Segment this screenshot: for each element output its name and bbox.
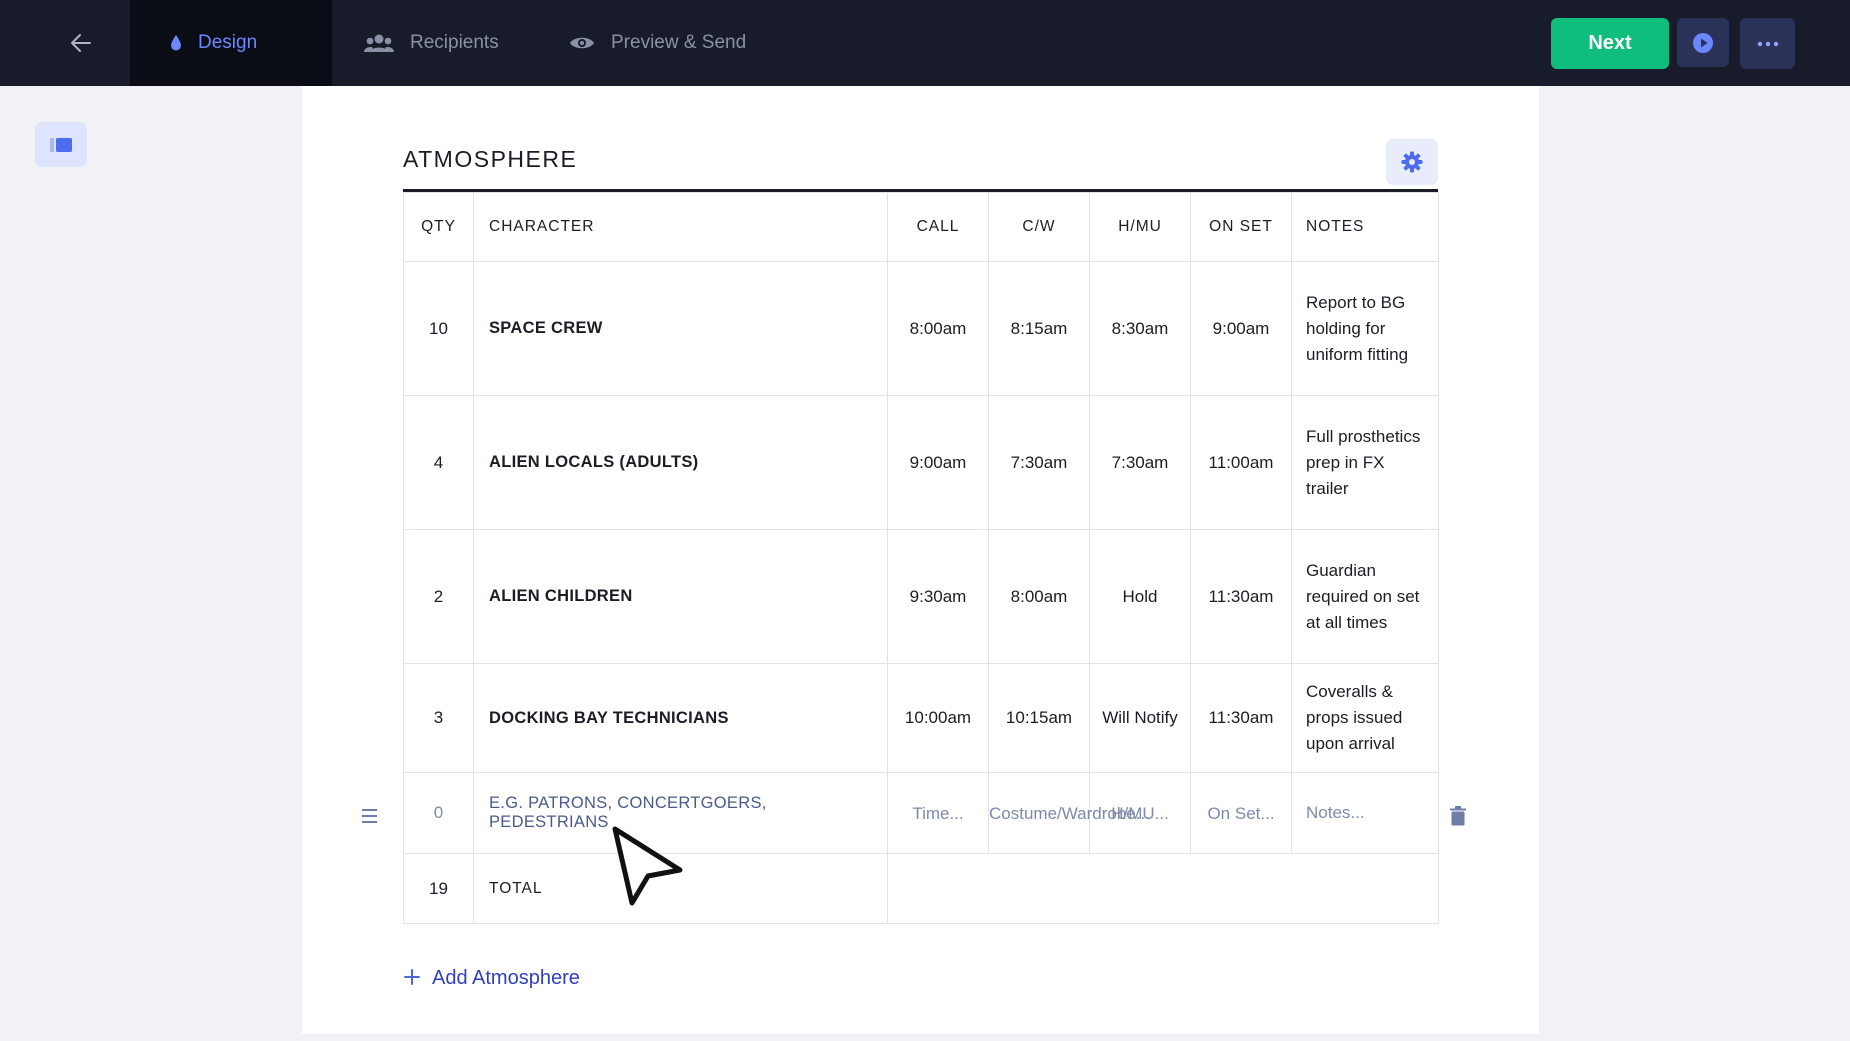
atmosphere-table: QTY CHARACTER CALL C/W H/MU ON SET NOTES… bbox=[403, 192, 1439, 924]
character-cell[interactable]: SPACE CREW bbox=[473, 261, 888, 396]
on-set-input[interactable]: On Set... bbox=[1190, 772, 1292, 854]
tab-preview-send-label: Preview & Send bbox=[611, 32, 747, 53]
gear-icon bbox=[1401, 151, 1423, 173]
costume-wardrobe-input[interactable]: Costume/Wardrobe... bbox=[988, 772, 1150, 854]
tab-recipients[interactable]: Recipients bbox=[364, 0, 499, 86]
character-input[interactable]: E.G. PATRONS, CONCERTGOERS, PEDESTRIANS bbox=[473, 772, 888, 854]
header-on-set: ON SET bbox=[1190, 192, 1292, 262]
total-row: 19 TOTAL bbox=[403, 853, 1439, 924]
notes-cell[interactable]: Guardian required on set at all times bbox=[1291, 529, 1439, 664]
cw-cell[interactable]: 8:00am bbox=[988, 529, 1090, 664]
play-icon bbox=[1693, 32, 1713, 53]
total-label: TOTAL bbox=[473, 853, 888, 924]
more-horizontal-icon bbox=[1757, 41, 1778, 46]
table-row[interactable]: 10 SPACE CREW 8:00am 8:15am 8:30am 9:00a… bbox=[403, 261, 1439, 396]
header-cw: C/W bbox=[988, 192, 1090, 262]
table-row[interactable]: 2 ALIEN CHILDREN 9:30am 8:00am Hold 11:3… bbox=[403, 529, 1439, 664]
table-row[interactable]: 4 ALIEN LOCALS (ADULTS) 9:00am 7:30am 7:… bbox=[403, 395, 1439, 530]
call-cell[interactable]: 9:30am bbox=[887, 529, 989, 664]
call-cell[interactable]: 10:00am bbox=[887, 663, 989, 773]
table-row[interactable]: 3 DOCKING BAY TECHNICIANS 10:00am 10:15a… bbox=[403, 663, 1439, 773]
header-notes: NOTES bbox=[1291, 192, 1439, 262]
hmu-cell[interactable]: Will Notify bbox=[1089, 663, 1191, 773]
hmu-cell[interactable]: 8:30am bbox=[1089, 261, 1191, 396]
qty-cell[interactable]: 2 bbox=[403, 529, 474, 664]
section-settings-button[interactable] bbox=[1386, 139, 1438, 185]
sidebar-panel-icon bbox=[50, 137, 72, 152]
qty-cell[interactable]: 10 bbox=[403, 261, 474, 396]
hmu-cell[interactable]: 7:30am bbox=[1089, 395, 1191, 530]
top-nav-bar: Design Recipients Preview & Send Next bbox=[0, 0, 1850, 86]
drag-handle-icon[interactable] bbox=[362, 804, 382, 828]
table-header-row: QTY CHARACTER CALL C/W H/MU ON SET NOTES bbox=[403, 192, 1439, 262]
cw-cell[interactable]: 7:30am bbox=[988, 395, 1090, 530]
plus-icon bbox=[404, 964, 420, 992]
on-set-cell[interactable]: 11:30am bbox=[1190, 663, 1292, 773]
qty-cell[interactable]: 4 bbox=[403, 395, 474, 530]
header-character: CHARACTER bbox=[473, 192, 888, 262]
on-set-cell[interactable]: 11:30am bbox=[1190, 529, 1292, 664]
call-time-input[interactable]: Time... bbox=[887, 772, 989, 854]
next-button[interactable]: Next bbox=[1551, 18, 1669, 69]
cw-cell[interactable]: 8:15am bbox=[988, 261, 1090, 396]
tab-recipients-label: Recipients bbox=[410, 32, 499, 53]
hmu-cell[interactable]: Hold bbox=[1089, 529, 1191, 664]
notes-cell[interactable]: Coveralls & props issued upon arrival bbox=[1291, 663, 1439, 773]
total-empty bbox=[887, 853, 1439, 924]
more-options-button[interactable] bbox=[1740, 18, 1795, 69]
call-cell[interactable]: 9:00am bbox=[887, 395, 989, 530]
preview-play-button[interactable] bbox=[1677, 18, 1729, 67]
cw-cell[interactable]: 10:15am bbox=[988, 663, 1090, 773]
on-set-cell[interactable]: 11:00am bbox=[1190, 395, 1292, 530]
drop-icon bbox=[170, 34, 182, 52]
character-cell[interactable]: DOCKING BAY TECHNICIANS bbox=[473, 663, 888, 773]
call-cell[interactable]: 8:00am bbox=[887, 261, 989, 396]
tab-design-label: Design bbox=[198, 32, 258, 53]
notes-input[interactable]: Notes... bbox=[1291, 772, 1439, 854]
character-cell[interactable]: ALIEN CHILDREN bbox=[473, 529, 888, 664]
trash-icon bbox=[1450, 806, 1466, 826]
eye-icon bbox=[569, 34, 595, 52]
header-qty: QTY bbox=[403, 192, 474, 262]
qty-cell[interactable]: 3 bbox=[403, 663, 474, 773]
arrow-left-icon bbox=[71, 34, 91, 52]
header-call: CALL bbox=[887, 192, 989, 262]
section-title: ATMOSPHERE bbox=[403, 146, 578, 172]
back-button[interactable] bbox=[58, 22, 104, 64]
total-qty: 19 bbox=[403, 853, 474, 924]
header-hmu: H/MU bbox=[1089, 192, 1191, 262]
delete-row-button[interactable] bbox=[1450, 806, 1470, 830]
qty-input[interactable]: 0 bbox=[403, 772, 474, 854]
character-cell[interactable]: ALIEN LOCALS (ADULTS) bbox=[473, 395, 888, 530]
tab-design[interactable]: Design bbox=[130, 0, 332, 86]
people-icon bbox=[364, 33, 394, 53]
on-set-cell[interactable]: 9:00am bbox=[1190, 261, 1292, 396]
add-atmosphere-label: Add Atmosphere bbox=[432, 966, 580, 989]
notes-cell[interactable]: Report to BG holding for uniform fitting bbox=[1291, 261, 1439, 396]
add-atmosphere-button[interactable]: Add Atmosphere bbox=[404, 964, 580, 992]
tab-preview-send[interactable]: Preview & Send bbox=[569, 0, 746, 86]
sidebar-toggle-button[interactable] bbox=[35, 122, 87, 167]
new-entry-row[interactable]: 0 E.G. PATRONS, CONCERTGOERS, PEDESTRIAN… bbox=[403, 772, 1439, 854]
notes-cell[interactable]: Full prosthetics prep in FX trailer bbox=[1291, 395, 1439, 530]
